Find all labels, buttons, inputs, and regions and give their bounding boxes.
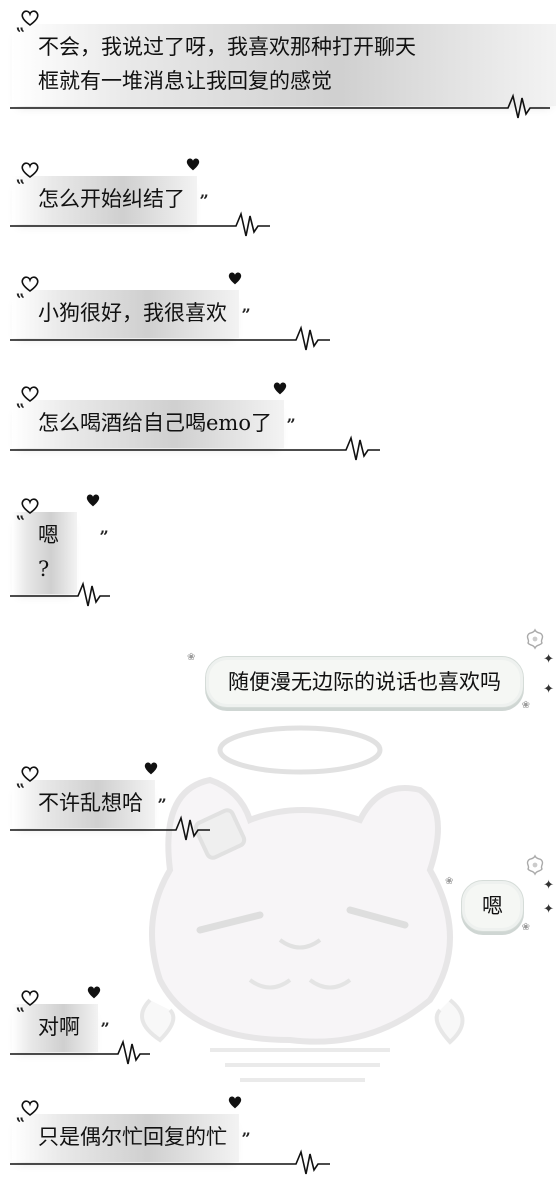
- message-text: 怎么开始纠结了: [38, 187, 185, 211]
- quote-mark-icon: ‟: [16, 24, 25, 43]
- message-bubble: ‟ 不会，我说过了呀，我喜欢那种打开聊天 框就有一堆消息让我回复的感觉: [10, 10, 556, 119]
- heart-icon: [144, 762, 158, 775]
- message-text: 怎么喝酒给自己喝emo了: [38, 411, 272, 435]
- heart-icon: [86, 494, 100, 507]
- quote-mark-icon: „: [100, 1010, 110, 1029]
- heart-icon: [273, 382, 287, 395]
- heartbeat-line-icon: [10, 435, 380, 461]
- message-bubble: ‟ 对啊 „: [10, 986, 150, 1065]
- message-sent: 嗯 ✦ ✦ ❀ ❀: [445, 854, 554, 933]
- message-bubble: 随便漫无边际的说话也喜欢吗: [205, 656, 524, 708]
- flower-icon: [526, 854, 544, 876]
- star-icon: ✦: [543, 652, 554, 667]
- message-bubble: ‟ 嗯 ? „: [10, 494, 110, 607]
- message-bubble: ‟ 不许乱想哈 „: [10, 762, 210, 841]
- heart-icon: [228, 1096, 242, 1109]
- quote-mark-icon: „: [241, 296, 251, 315]
- star-icon: ✦: [543, 902, 554, 917]
- heart-icon: [21, 990, 39, 1006]
- quote-mark-icon: ‟: [16, 400, 25, 419]
- message-received: ‟ 怎么喝酒给自己喝emo了 „: [10, 382, 380, 461]
- star-icon: ✦: [543, 682, 554, 697]
- message-bubble: ‟ 怎么开始纠结了 „: [10, 158, 270, 237]
- message-text: 小狗很好，我很喜欢: [38, 301, 227, 325]
- quote-mark-icon: ‟: [16, 1114, 25, 1133]
- quote-mark-icon: „: [241, 1120, 251, 1139]
- message-text: 只是偶尔忙回复的忙: [38, 1125, 227, 1149]
- message-received: ‟ 不许乱想哈 „: [10, 762, 210, 841]
- heart-icon: [21, 1100, 39, 1116]
- heart-icon: [21, 276, 39, 292]
- heartbeat-line-icon: [10, 325, 330, 351]
- message-received: ‟ 不会，我说过了呀，我喜欢那种打开聊天 框就有一堆消息让我回复的感觉: [10, 10, 556, 119]
- heart-icon: [21, 498, 39, 514]
- heart-icon: [21, 766, 39, 782]
- quote-mark-icon: „: [286, 406, 296, 425]
- heart-icon: [186, 158, 200, 171]
- paw-icon: ❀: [187, 652, 196, 663]
- message-received: ‟ 怎么开始纠结了 „: [10, 158, 270, 237]
- quote-mark-icon: ‟: [16, 780, 25, 799]
- quote-mark-icon: ‟: [16, 290, 25, 309]
- message-sent: 随便漫无边际的说话也喜欢吗 ✦ ✦ ❀ ❀: [187, 628, 554, 711]
- message-received: ‟ 嗯 ? „: [10, 494, 110, 607]
- heartbeat-line-icon: [10, 211, 270, 237]
- message-text: 对啊: [38, 1015, 80, 1039]
- message-bubble: 嗯: [461, 880, 524, 932]
- heartbeat-line-icon: [10, 815, 210, 841]
- heartbeat-line-icon: [10, 1039, 150, 1065]
- message-text: 嗯 ?: [38, 523, 59, 581]
- quote-mark-icon: „: [99, 518, 109, 537]
- quote-mark-icon: „: [199, 182, 209, 201]
- message-bubble: ‟ 怎么喝酒给自己喝emo了 „: [10, 382, 380, 461]
- message-text: 嗯: [482, 894, 503, 918]
- heart-icon: [21, 10, 39, 26]
- heart-icon: [21, 386, 39, 402]
- heartbeat-line-icon: [10, 581, 110, 607]
- message-bubble: ‟ 只是偶尔忙回复的忙 „: [10, 1096, 330, 1175]
- message-received: ‟ 小狗很好，我很喜欢 „: [10, 272, 330, 351]
- heart-icon: [87, 986, 101, 999]
- paw-icon: ❀: [445, 876, 454, 887]
- chat-area: ‟ 不会，我说过了呀，我喜欢那种打开聊天 框就有一堆消息让我回复的感觉 ‟ 怎么…: [0, 0, 556, 1200]
- quote-mark-icon: ‟: [16, 1004, 25, 1023]
- heartbeat-line-icon: [10, 1149, 330, 1175]
- paw-icon: ❀: [521, 700, 530, 711]
- message-received: ‟ 对啊 „: [10, 986, 150, 1065]
- heart-icon: [228, 272, 242, 285]
- message-text: 不会，我说过了呀，我喜欢那种打开聊天 框就有一堆消息让我回复的感觉: [38, 35, 416, 93]
- message-text: 随便漫无边际的说话也喜欢吗: [228, 670, 501, 694]
- message-received: ‟ 只是偶尔忙回复的忙 „: [10, 1096, 330, 1175]
- paw-icon: ❀: [521, 922, 530, 933]
- cat-angel-watermark: [140, 725, 465, 1082]
- quote-mark-icon: ‟: [16, 176, 25, 195]
- heart-icon: [21, 162, 39, 178]
- message-text: 不许乱想哈: [38, 791, 143, 815]
- star-icon: ✦: [543, 878, 554, 893]
- heartbeat-line-icon: [10, 93, 550, 119]
- quote-mark-icon: ‟: [16, 512, 25, 531]
- message-bubble: ‟ 小狗很好，我很喜欢 „: [10, 272, 330, 351]
- quote-mark-icon: „: [157, 786, 167, 805]
- flower-icon: [526, 628, 544, 650]
